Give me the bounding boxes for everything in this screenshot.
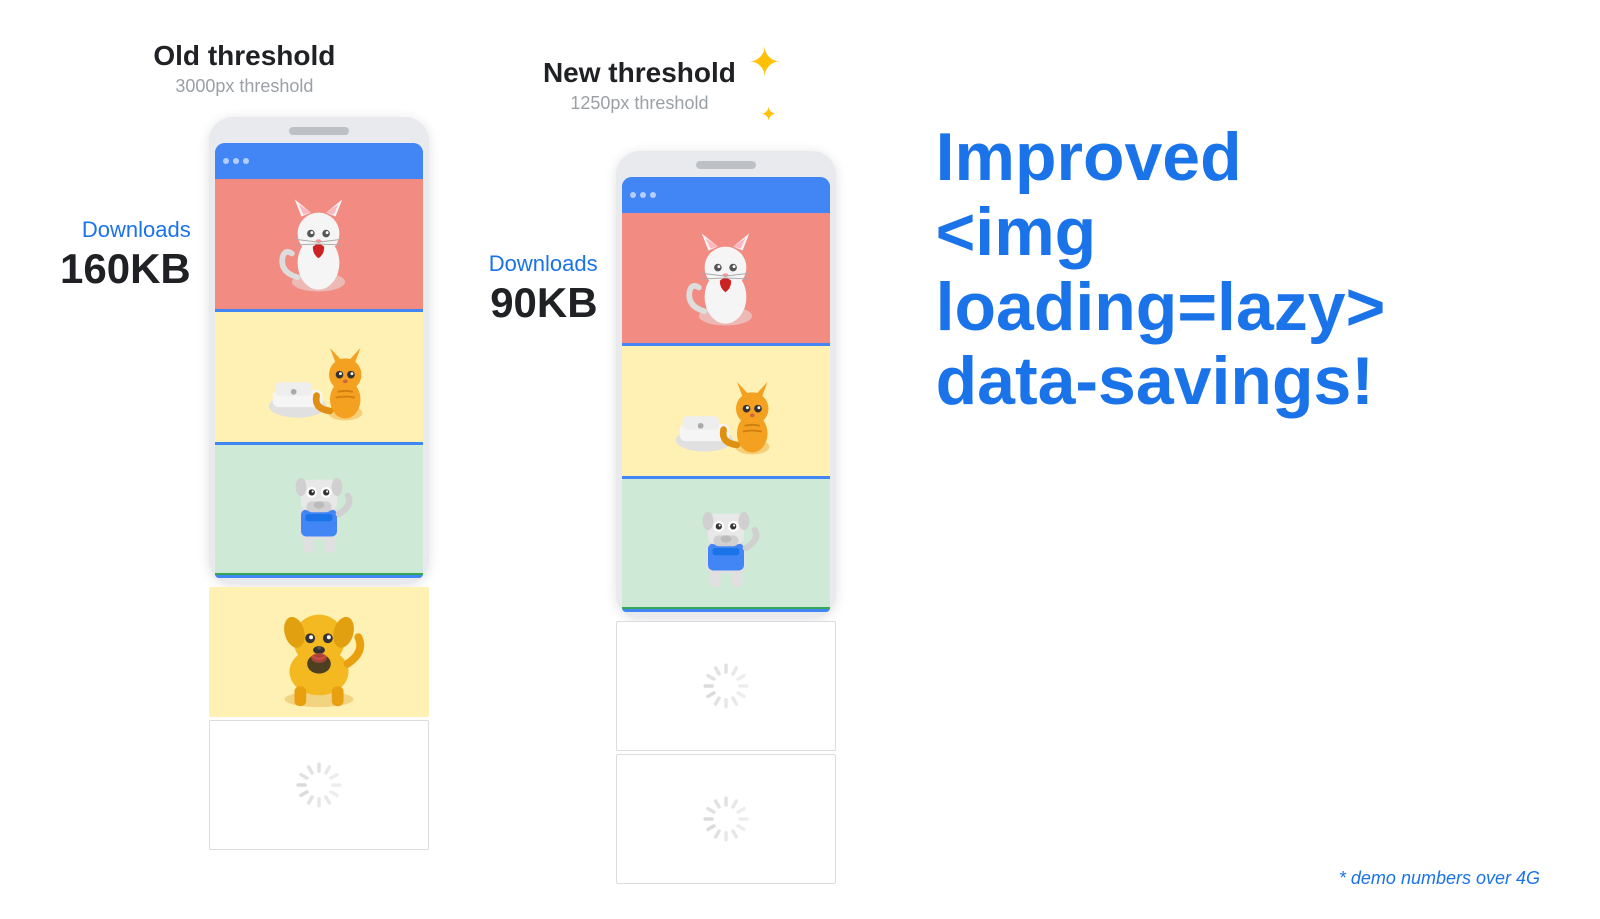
right-text-section: Improved <img loading=lazy> data-savings… (916, 40, 1540, 419)
new-dot1 (630, 192, 636, 198)
old-img-2 (215, 312, 423, 442)
new-below-fold (616, 621, 836, 884)
old-below-img-1 (209, 587, 429, 717)
orange-cat-illustration (261, 325, 376, 430)
old-spinner (289, 755, 349, 815)
new-threshold-title: New threshold (543, 57, 736, 89)
old-phone-screen (215, 143, 423, 578)
new-threshold-section: New threshold 1250px threshold ✦✦ Downlo… (489, 40, 836, 884)
new-topbar-dots (630, 192, 656, 198)
new-spinner-1 (696, 656, 756, 716)
white-cat-illustration (271, 189, 366, 299)
improved-line2: <img loading=lazy> (936, 194, 1386, 345)
old-phone-wrap: Downloads 160KB (60, 117, 429, 850)
new-below-img-2 (616, 754, 836, 884)
topbar-dots (223, 158, 249, 164)
new-downloads-block: Downloads 90KB (489, 251, 598, 327)
old-threshold-subtitle: 3000px threshold (153, 76, 335, 97)
spinner-icon (293, 759, 345, 811)
new-below-img-1 (616, 621, 836, 751)
dot1 (223, 158, 229, 164)
sparkle-icon: ✦✦ (748, 40, 782, 131)
phone-notch (289, 127, 349, 135)
new-threshold-row: New threshold 1250px threshold ✦✦ (543, 40, 781, 131)
old-below-fold (209, 587, 429, 850)
dot2 (233, 158, 239, 164)
new-phone-wrap: Downloads 90KB (489, 151, 836, 884)
old-downloads-block: Downloads 160KB (60, 217, 191, 293)
robot-dog-illustration (274, 457, 364, 562)
new-phone-mockup (616, 151, 836, 618)
dot3 (243, 158, 249, 164)
new-threshold-header: New threshold 1250px threshold ✦✦ (543, 40, 781, 131)
old-img-1 (215, 179, 423, 309)
yellow-dog-illustration (254, 593, 384, 711)
old-phone-mockup (209, 117, 429, 584)
new-phone-notch (696, 161, 756, 169)
new-phone-screen (622, 177, 830, 612)
new-white-cat (678, 223, 773, 333)
new-robot-dog (681, 491, 771, 596)
new-phone-topbar (622, 177, 830, 213)
old-threshold-header: Old threshold 3000px threshold (153, 40, 335, 97)
new-dot2 (640, 192, 646, 198)
old-img-3 (215, 445, 423, 575)
new-dot3 (650, 192, 656, 198)
improved-title: Improved <img loading=lazy> data-savings… (936, 120, 1516, 419)
improved-line3: data-savings! (936, 343, 1374, 419)
new-img-2 (622, 346, 830, 476)
old-threshold-title: Old threshold (153, 40, 335, 72)
phone-topbar (215, 143, 423, 179)
demo-note: * demo numbers over 4G (1339, 868, 1540, 889)
new-img-1 (622, 213, 830, 343)
new-threshold-subtitle: 1250px threshold (543, 93, 736, 114)
old-threshold-section: Old threshold 3000px threshold Downloads… (60, 40, 429, 850)
old-downloads-size: 160KB (60, 245, 191, 293)
new-img-3 (622, 479, 830, 609)
old-downloads-label: Downloads (82, 217, 191, 243)
new-spinner-icon-1 (700, 660, 752, 712)
new-spinner-2 (696, 789, 756, 849)
new-spinner-icon-2 (700, 793, 752, 845)
improved-line1: Improved (936, 119, 1242, 195)
new-downloads-size: 90KB (490, 279, 597, 327)
new-orange-cat (668, 359, 783, 464)
main-container: Old threshold 3000px threshold Downloads… (0, 0, 1600, 919)
new-downloads-label: Downloads (489, 251, 598, 277)
old-below-img-2 (209, 720, 429, 850)
